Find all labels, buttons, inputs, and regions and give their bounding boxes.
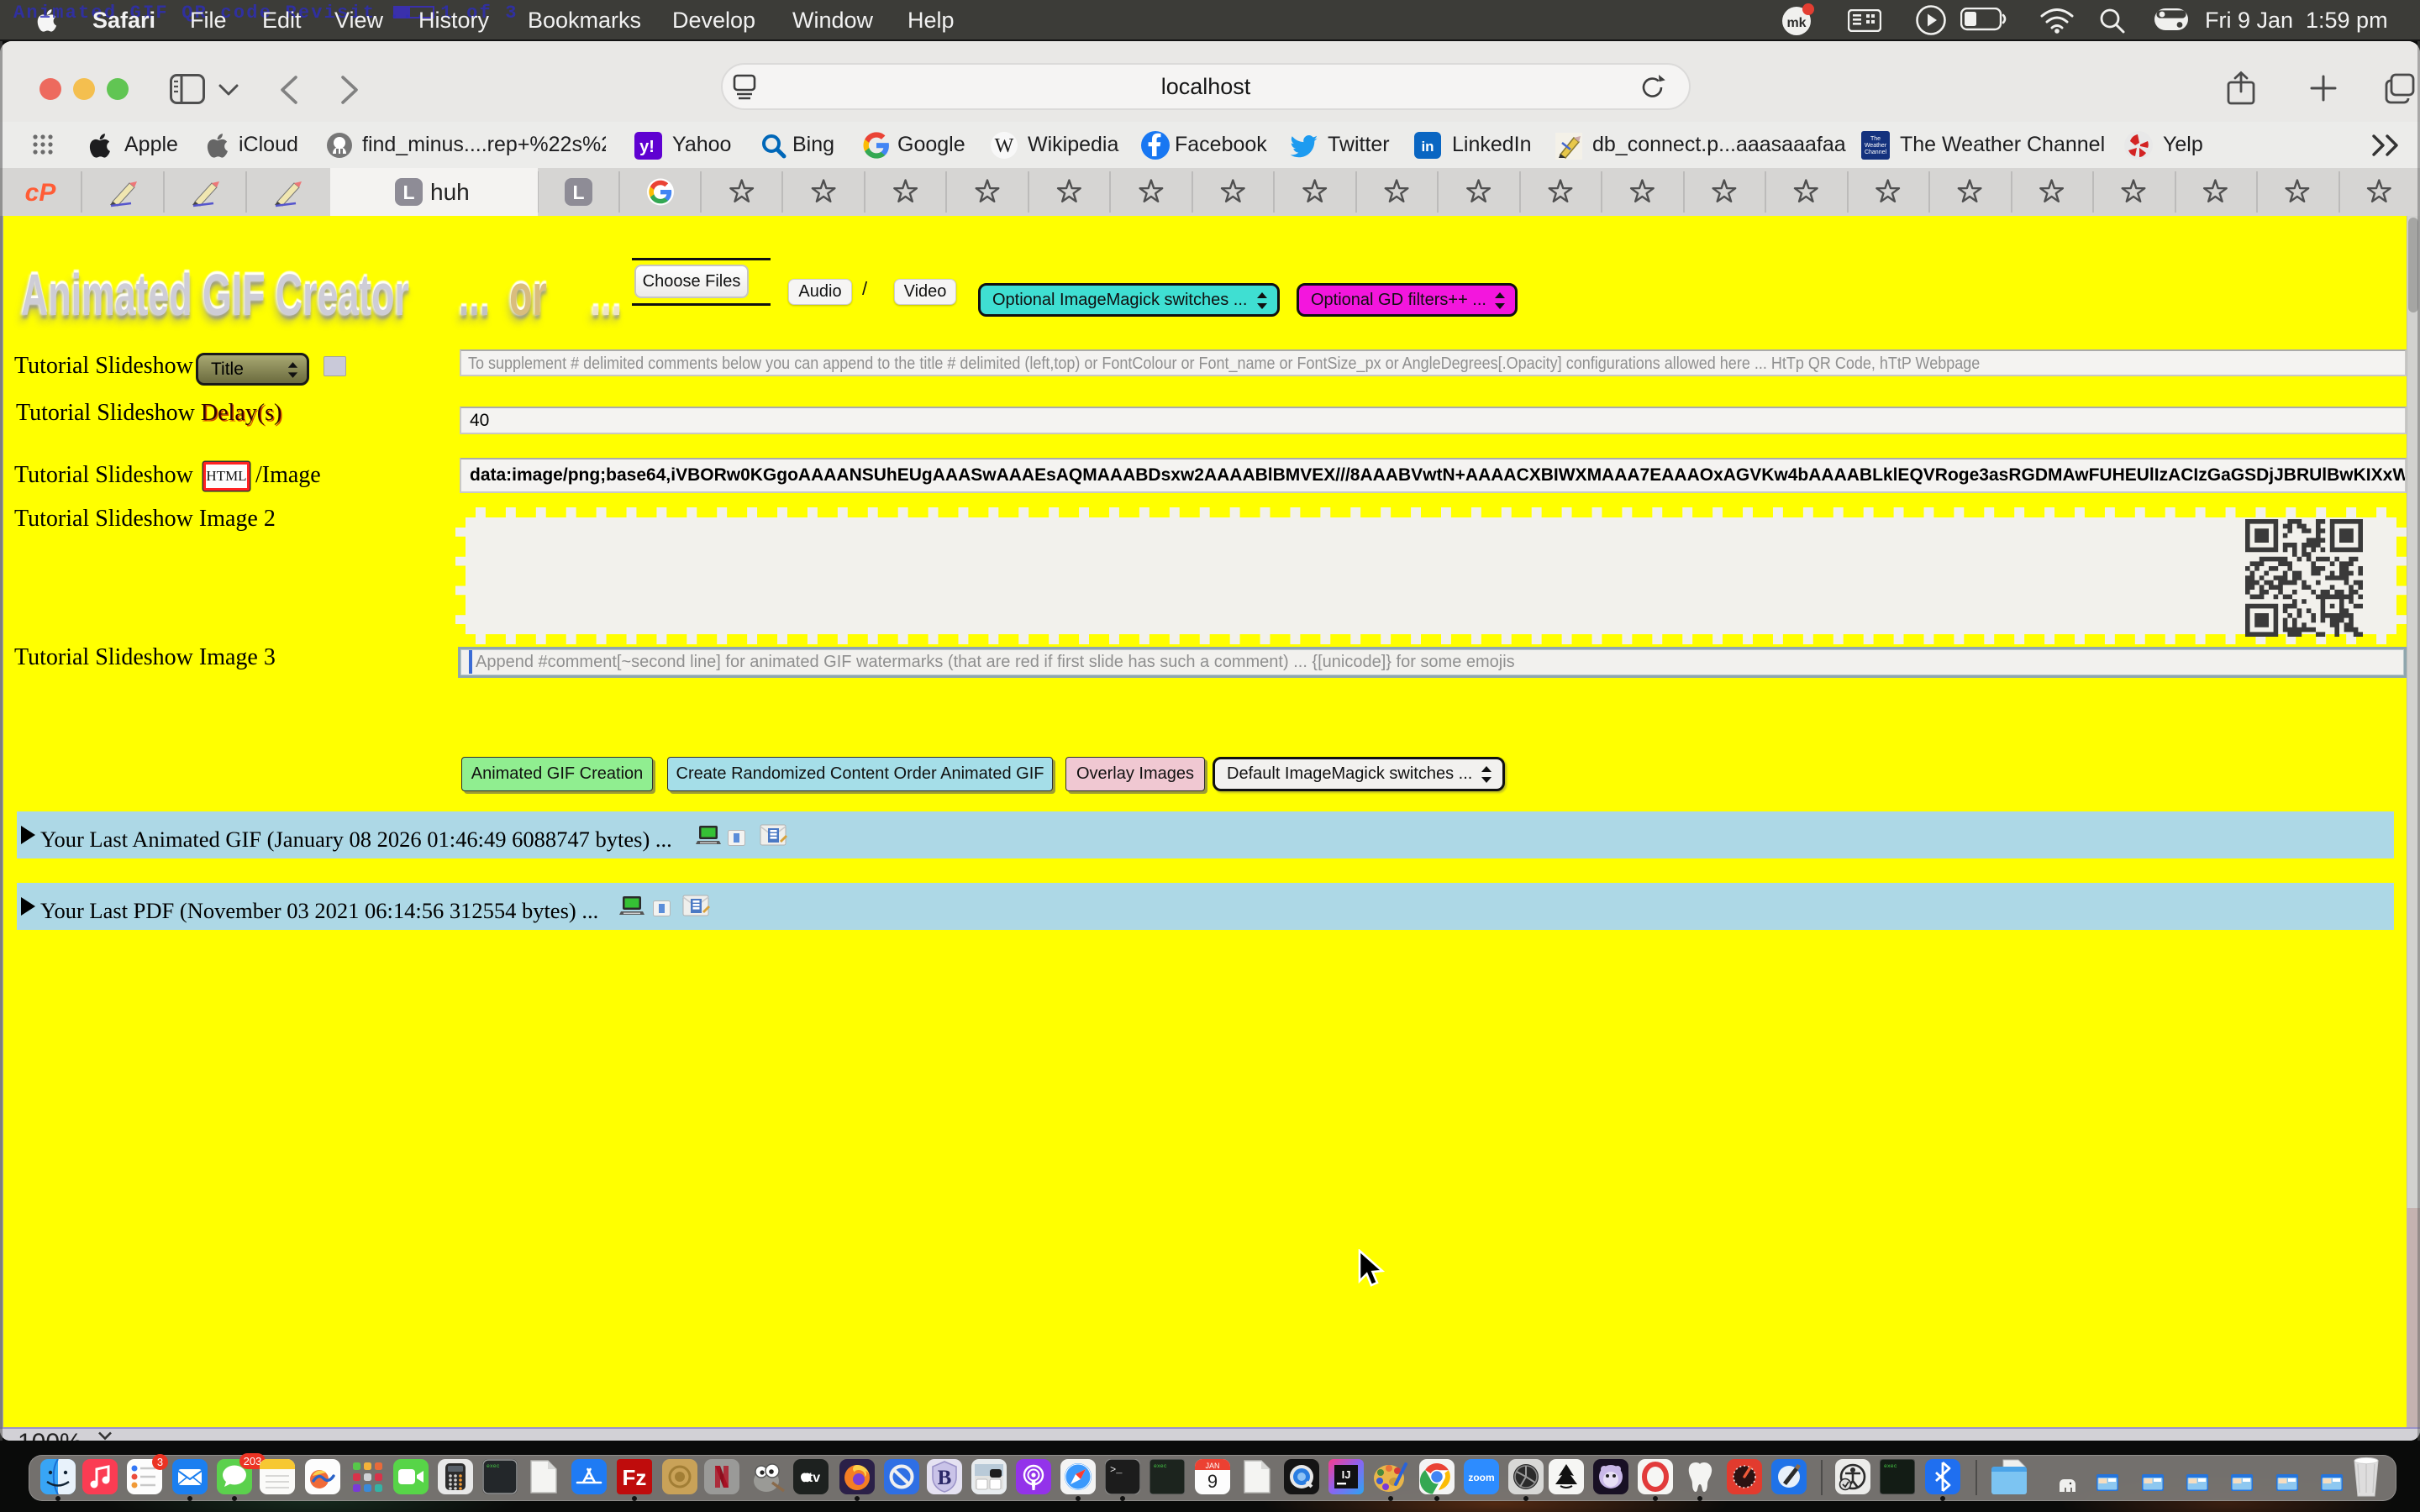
svg-text:huh: huh [430,179,470,205]
svg-text:in: in [1421,139,1434,155]
svg-text:y!: y! [639,138,655,156]
svg-text:Channel: Channel [1865,150,1887,155]
svg-text:L: L [402,181,414,203]
svg-text:W: W [995,135,1014,157]
svg-text:cP: cP [25,179,57,207]
svg-text:Weather: Weather [1865,143,1887,149]
svg-text:L: L [572,181,584,203]
svg-text:The: The [1870,136,1881,142]
